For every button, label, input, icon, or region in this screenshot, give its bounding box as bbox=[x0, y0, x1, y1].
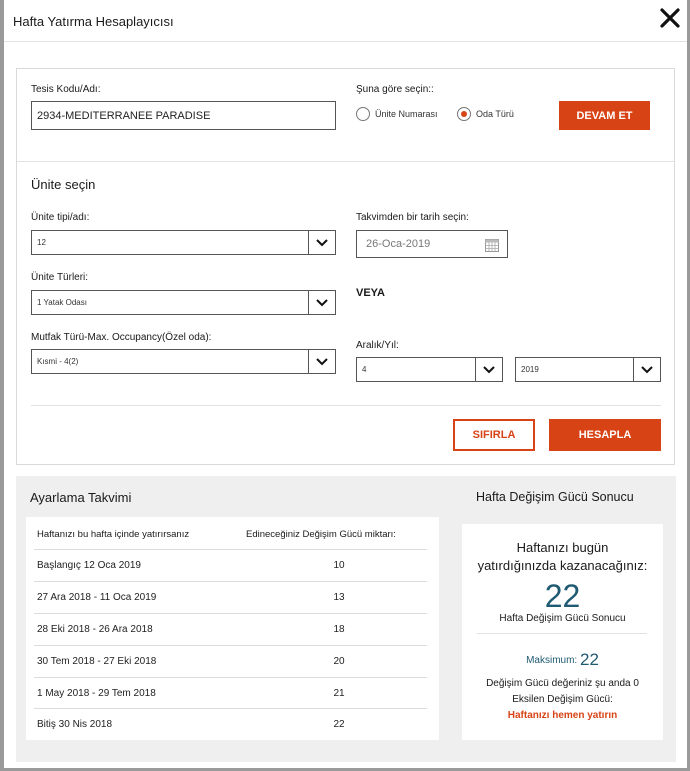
date-input[interactable]: 26-Oca-2019 bbox=[356, 230, 508, 258]
schedule-title: Ayarlama Takvimi bbox=[30, 490, 132, 505]
row-value: 21 bbox=[333, 688, 345, 699]
table-row: Başlangıç 12 Oca 2019 10 bbox=[34, 549, 427, 580]
current-power-text: Değişim Gücü değeriniz şu anda 0 bbox=[486, 678, 639, 689]
date-value: 26-Oca-2019 bbox=[366, 238, 431, 250]
modal-title: Hafta Yatırma Hesaplayıcısı bbox=[13, 14, 174, 29]
table-row: 28 Eki 2018 - 26 Ara 2018 18 bbox=[34, 613, 427, 644]
calculate-button[interactable]: HESAPLA bbox=[549, 419, 661, 451]
close-icon bbox=[660, 8, 680, 28]
result-heading-line1: Haftanızı bugün bbox=[516, 540, 609, 555]
range-select[interactable]: 4 bbox=[356, 357, 503, 382]
row-value: 18 bbox=[333, 624, 345, 635]
chevron-down-icon bbox=[316, 298, 328, 306]
row-period: 28 Eki 2018 - 26 Ara 2018 bbox=[37, 624, 153, 635]
calculator-modal: Hafta Yatırma Hesaplayıcısı Tesis Kodu/A… bbox=[4, 0, 687, 768]
or-label: VEYA bbox=[356, 287, 385, 299]
select-separator bbox=[308, 231, 309, 254]
row-value: 20 bbox=[333, 656, 345, 667]
close-button[interactable] bbox=[658, 6, 682, 30]
radio-room-type[interactable]: Oda Türü bbox=[457, 107, 514, 121]
table-row: 30 Tem 2018 - 27 Eki 2018 20 bbox=[34, 645, 427, 676]
reduced-power-text: Eksilen Değişim Gücü: bbox=[512, 694, 613, 705]
calendar-icon bbox=[485, 239, 499, 252]
continue-button[interactable]: DEVAM ET bbox=[559, 101, 650, 130]
kitchen-value: Kısmi - 4(2) bbox=[37, 357, 79, 366]
row-value: 22 bbox=[333, 719, 345, 730]
chevron-down-icon bbox=[641, 365, 653, 373]
max-value: 22 bbox=[579, 650, 599, 669]
range-label: Aralık/Yıl: bbox=[356, 340, 399, 351]
select-separator bbox=[308, 291, 309, 314]
table-header-amount: Edineceğiniz Değişim Gücü miktarı: bbox=[246, 529, 396, 540]
result-heading-line2: yatırdığınızda kazanacağınız: bbox=[477, 558, 648, 573]
row-value: 13 bbox=[333, 592, 345, 603]
chevron-down-icon bbox=[316, 238, 328, 246]
facility-input[interactable]: 2934-MEDITERRANEE PARADISE bbox=[31, 101, 336, 130]
divider bbox=[17, 161, 674, 162]
unit-kinds-value: 1 Yatak Odası bbox=[37, 298, 87, 307]
result-title: Hafta Değişim Gücü Sonucu bbox=[476, 490, 634, 504]
row-period: 1 May 2018 - 29 Tem 2018 bbox=[37, 688, 156, 699]
row-period: 27 Ara 2018 - 11 Oca 2019 bbox=[37, 592, 157, 603]
chevron-down-icon bbox=[316, 357, 328, 365]
unit-type-value: 12 bbox=[37, 238, 46, 247]
select-separator bbox=[308, 350, 309, 373]
chevron-down-icon bbox=[483, 365, 495, 373]
radio-circle-selected bbox=[457, 107, 471, 121]
unit-section-title: Ünite seçin bbox=[31, 177, 96, 192]
year-select[interactable]: 2019 bbox=[515, 357, 661, 382]
facility-value: 2934-MEDITERRANEE PARADISE bbox=[37, 109, 211, 122]
divider bbox=[31, 405, 661, 406]
calendar-label: Takvimden bir tarih seçin: bbox=[356, 212, 469, 223]
result-big-caption: Hafta Değişim Gücü Sonucu bbox=[499, 613, 626, 624]
modal-header: Hafta Yatırma Hesaplayıcısı bbox=[4, 0, 687, 42]
reset-button[interactable]: SIFIRLA bbox=[453, 419, 535, 451]
unit-type-label: Ünite tipi/adı: bbox=[31, 212, 90, 223]
deposit-now-link[interactable]: Haftanızı hemen yatırın bbox=[462, 710, 663, 721]
choose-by-label: Şuna göre seçin:: bbox=[356, 84, 434, 95]
max-label: Maksimum: bbox=[526, 655, 578, 666]
radio-label: Oda Türü bbox=[476, 109, 514, 119]
row-period: Bitiş 30 Nis 2018 bbox=[37, 719, 113, 730]
row-period: Başlangıç 12 Oca 2019 bbox=[37, 560, 141, 571]
row-period: 30 Tem 2018 - 27 Eki 2018 bbox=[37, 656, 157, 667]
radio-circle bbox=[356, 107, 370, 121]
row-value: 10 bbox=[333, 560, 345, 571]
table-row: 1 May 2018 - 29 Tem 2018 21 bbox=[34, 677, 427, 708]
unit-type-select[interactable]: 12 bbox=[31, 230, 336, 255]
unit-kinds-label: Ünite Türleri: bbox=[31, 272, 89, 283]
result-card: Haftanızı bugün yatırdığınızda kazanacağ… bbox=[462, 524, 663, 740]
kitchen-label: Mutfak Türü-Max. Occupancy(Özel oda): bbox=[31, 332, 212, 343]
radio-unit-number[interactable]: Ünite Numarası bbox=[356, 107, 438, 121]
table-row: 27 Ara 2018 - 11 Oca 2019 13 bbox=[34, 581, 427, 612]
year-value: 2019 bbox=[521, 365, 539, 374]
table-row: Bitiş 30 Nis 2018 22 bbox=[34, 708, 427, 739]
result-big-value: 22 bbox=[544, 578, 581, 614]
facility-label: Tesis Kodu/Adı: bbox=[31, 84, 101, 95]
radio-label: Ünite Numarası bbox=[375, 109, 438, 119]
select-separator bbox=[475, 358, 476, 381]
result-max-row: Maksimum: 22 bbox=[462, 650, 663, 670]
select-separator bbox=[633, 358, 634, 381]
kitchen-select[interactable]: Kısmi - 4(2) bbox=[31, 349, 336, 374]
range-value: 4 bbox=[362, 365, 367, 374]
table-header-period: Haftanızı bu hafta içinde yatırırsanız bbox=[37, 529, 190, 540]
divider bbox=[477, 633, 647, 634]
schedule-table: Haftanızı bu hafta içinde yatırırsanız E… bbox=[26, 517, 439, 740]
unit-kinds-select[interactable]: 1 Yatak Odası bbox=[31, 290, 336, 315]
selection-card: Tesis Kodu/Adı: 2934-MEDITERRANEE PARADI… bbox=[16, 68, 675, 465]
